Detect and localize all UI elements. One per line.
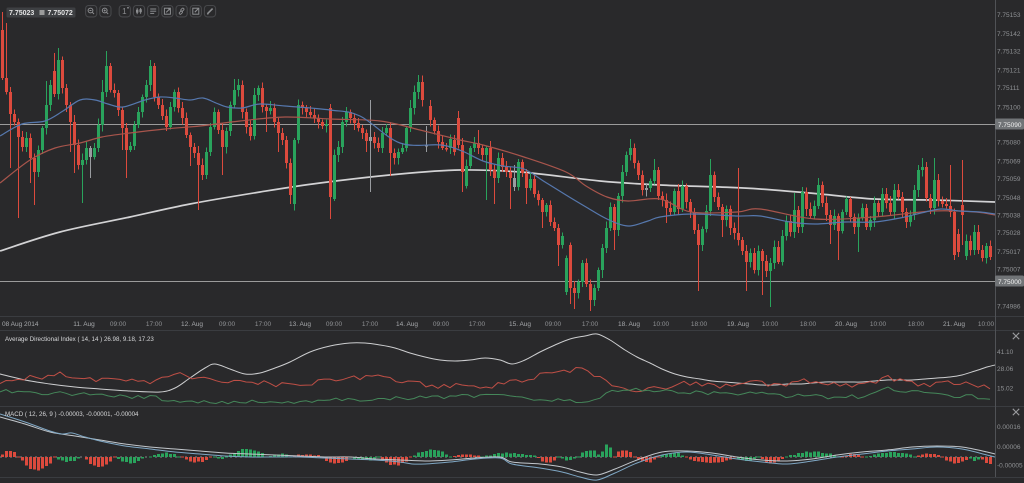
svg-text:7.75142: 7.75142	[997, 31, 1021, 38]
svg-text:7.75132: 7.75132	[997, 49, 1021, 56]
svg-text:18:00: 18:00	[691, 321, 708, 328]
svg-text:09:00: 09:00	[326, 321, 343, 328]
svg-text:09:00: 09:00	[545, 321, 562, 328]
svg-text:0.00006: 0.00006	[997, 444, 1021, 451]
svg-text:09:00: 09:00	[219, 321, 236, 328]
svg-text:7.75028: 7.75028	[997, 230, 1021, 237]
svg-text:10:00: 10:00	[653, 321, 670, 328]
svg-text:7.75121: 7.75121	[997, 68, 1021, 75]
svg-text:12. Aug: 12. Aug	[181, 321, 203, 328]
svg-text:08 Aug 2014: 08 Aug 2014	[2, 321, 39, 328]
svg-text:28.06: 28.06	[997, 366, 1014, 373]
svg-text:20. Aug: 20. Aug	[835, 321, 857, 328]
svg-text:1: 1	[122, 7, 127, 16]
svg-text:21. Aug: 21. Aug	[943, 321, 965, 328]
svg-text:7.75007: 7.75007	[997, 267, 1021, 274]
svg-text:7.75000: 7.75000	[998, 279, 1022, 286]
svg-text:7.75017: 7.75017	[997, 249, 1021, 256]
svg-text:0.00016: 0.00016	[997, 424, 1021, 431]
svg-text:7.75023: 7.75023	[9, 10, 34, 17]
svg-text:18:00: 18:00	[908, 321, 925, 328]
svg-text:7.75153: 7.75153	[997, 12, 1021, 19]
svg-text:11. Aug: 11. Aug	[73, 321, 95, 328]
svg-text:7.75069: 7.75069	[997, 159, 1021, 166]
svg-text:7.75059: 7.75059	[997, 176, 1021, 183]
svg-text:18:00: 18:00	[800, 321, 817, 328]
svg-text:7.75080: 7.75080	[997, 139, 1021, 146]
svg-text:Average Directional Index ( 14: Average Directional Index ( 14, 14 ) 26.…	[5, 336, 154, 343]
svg-text:09:00: 09:00	[433, 321, 450, 328]
svg-text:7.75100: 7.75100	[997, 104, 1021, 111]
svg-text:17:00: 17:00	[255, 321, 272, 328]
svg-text:41.10: 41.10	[997, 349, 1014, 356]
svg-text:17:00: 17:00	[362, 321, 379, 328]
svg-text:7.75072: 7.75072	[48, 10, 73, 17]
svg-text:MACD ( 12, 26, 9 ) -0.00003, -: MACD ( 12, 26, 9 ) -0.00003, -0.00001, -…	[5, 411, 139, 418]
svg-text:17:00: 17:00	[469, 321, 486, 328]
svg-text:09:00: 09:00	[110, 321, 127, 328]
svg-text:15. Aug: 15. Aug	[509, 321, 531, 328]
svg-text:7.75090: 7.75090	[998, 122, 1022, 129]
svg-text:15.02: 15.02	[997, 385, 1014, 392]
svg-text:13. Aug: 13. Aug	[289, 321, 311, 328]
svg-text:7.74986: 7.74986	[997, 303, 1021, 310]
svg-text:7.75048: 7.75048	[997, 195, 1021, 202]
svg-text:18. Aug: 18. Aug	[618, 321, 640, 328]
svg-text:7.75111: 7.75111	[997, 85, 1020, 92]
svg-text:10:00: 10:00	[978, 321, 995, 328]
svg-text:14. Aug: 14. Aug	[396, 321, 418, 328]
svg-text:17:00: 17:00	[146, 321, 163, 328]
svg-text:17:00: 17:00	[582, 321, 599, 328]
svg-text:19. Aug: 19. Aug	[727, 321, 749, 328]
svg-text:10:00: 10:00	[870, 321, 887, 328]
svg-text:7.75038: 7.75038	[997, 213, 1021, 220]
svg-text:10:00: 10:00	[762, 321, 779, 328]
svg-text:-0.00005: -0.00005	[997, 462, 1023, 469]
